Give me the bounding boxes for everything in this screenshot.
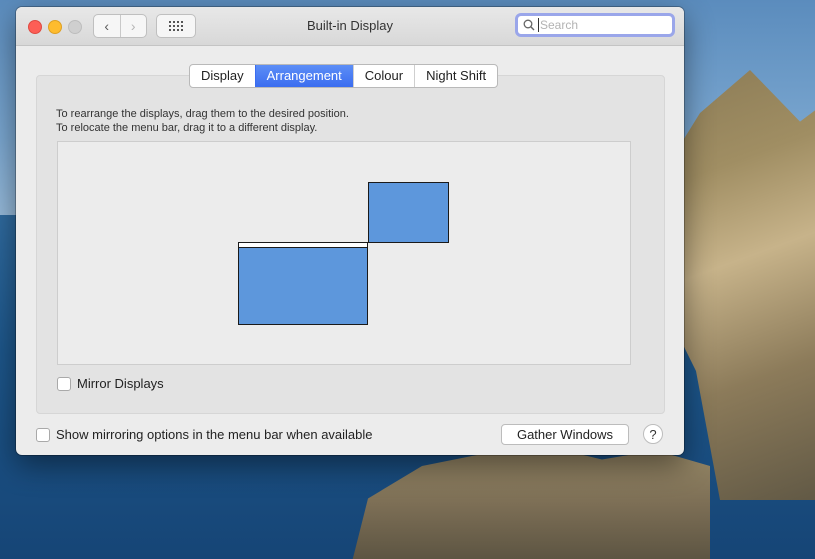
- tab-night-shift[interactable]: Night Shift: [414, 65, 497, 87]
- instruction-line-1: To rearrange the displays, drag them to …: [56, 108, 349, 120]
- window-title: Built-in Display: [307, 18, 393, 33]
- search-input[interactable]: [538, 18, 660, 32]
- show-mirroring-label: Show mirroring options in the menu bar w…: [56, 427, 373, 442]
- tab-colour[interactable]: Colour: [352, 65, 414, 87]
- minimize-button[interactable]: [48, 20, 62, 34]
- tab-bar: Display Arrangement Colour Night Shift: [189, 64, 499, 88]
- search-icon: [520, 19, 538, 31]
- main-display[interactable]: [238, 243, 368, 325]
- show-mirroring-row: Show mirroring options in the menu bar w…: [36, 427, 373, 442]
- chevron-right-icon: ›: [130, 18, 136, 34]
- grid-icon: [169, 21, 183, 31]
- menu-bar-handle[interactable]: [238, 242, 368, 248]
- help-button[interactable]: ?: [643, 424, 663, 444]
- instruction-line-2: To relocate the menu bar, drag it to a d…: [56, 122, 318, 134]
- search-field[interactable]: [515, 13, 675, 37]
- title-bar: ‹ › Built-in Display: [16, 7, 684, 46]
- close-button[interactable]: [28, 20, 42, 34]
- tab-arrangement[interactable]: Arrangement: [254, 65, 353, 87]
- gather-windows-button[interactable]: Gather Windows: [501, 424, 629, 445]
- arrangement-instructions: To rearrange the displays, drag them to …: [56, 107, 349, 135]
- tab-display[interactable]: Display: [190, 65, 255, 87]
- back-button[interactable]: ‹: [94, 15, 120, 37]
- forward-button[interactable]: ›: [119, 15, 147, 37]
- mirror-displays-row: Mirror Displays: [57, 376, 164, 391]
- chevron-left-icon: ‹: [104, 18, 110, 34]
- show-mirroring-checkbox[interactable]: [36, 427, 50, 442]
- navigation-buttons: ‹ ›: [93, 14, 147, 38]
- preferences-window: ‹ › Built-in Display Search Display Arra…: [16, 7, 684, 455]
- zoom-button[interactable]: [68, 20, 82, 34]
- display-arrangement-area: [57, 141, 631, 365]
- mirror-displays-checkbox[interactable]: [57, 376, 71, 391]
- show-all-button[interactable]: [156, 14, 196, 38]
- secondary-display[interactable]: [368, 182, 449, 243]
- mirror-displays-label: Mirror Displays: [77, 376, 164, 391]
